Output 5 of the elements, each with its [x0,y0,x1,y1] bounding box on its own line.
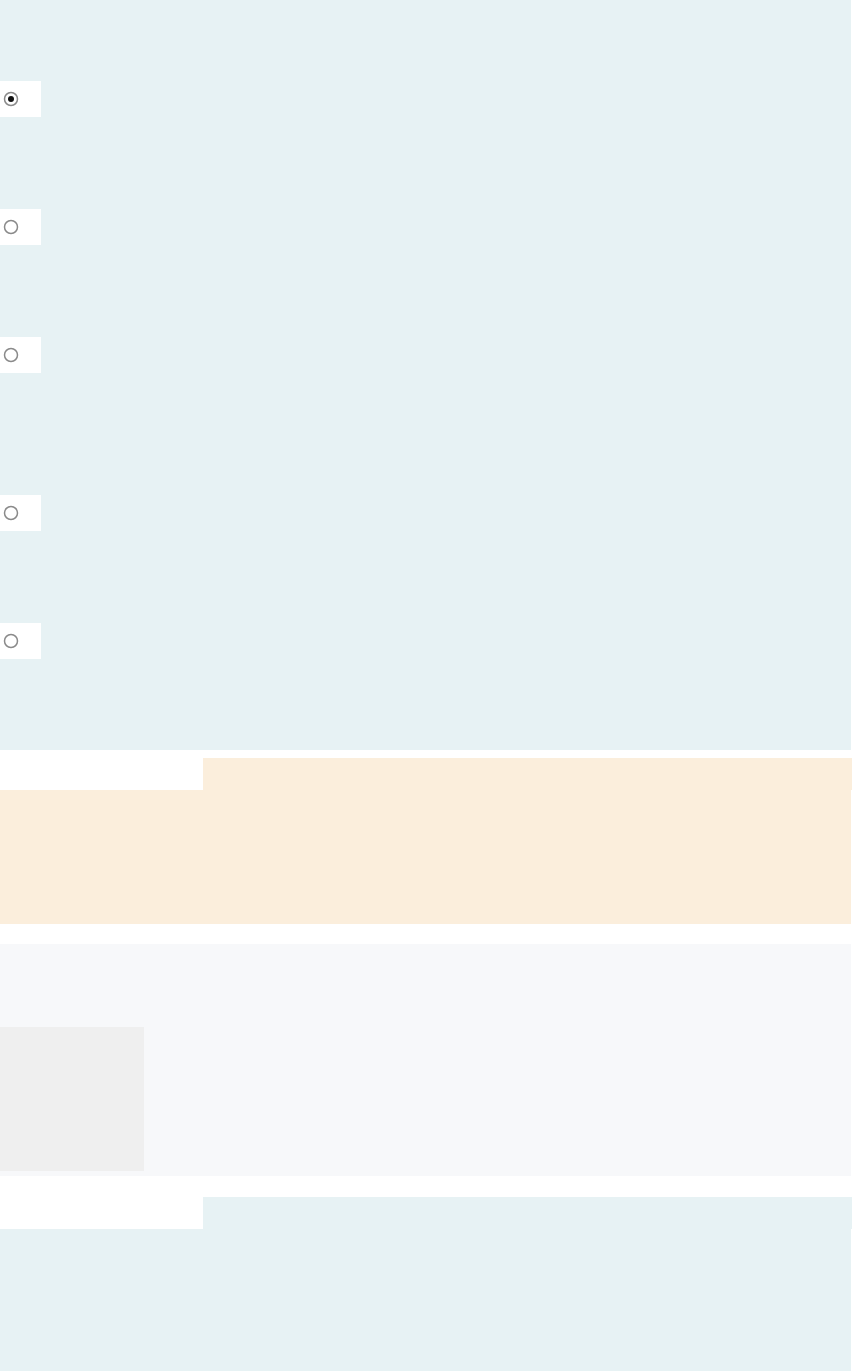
radio-button[interactable] [3,633,19,649]
radio-button[interactable] [3,91,19,107]
radio-button[interactable] [3,347,19,363]
radio-button[interactable] [3,505,19,521]
radio-button[interactable] [3,219,19,235]
